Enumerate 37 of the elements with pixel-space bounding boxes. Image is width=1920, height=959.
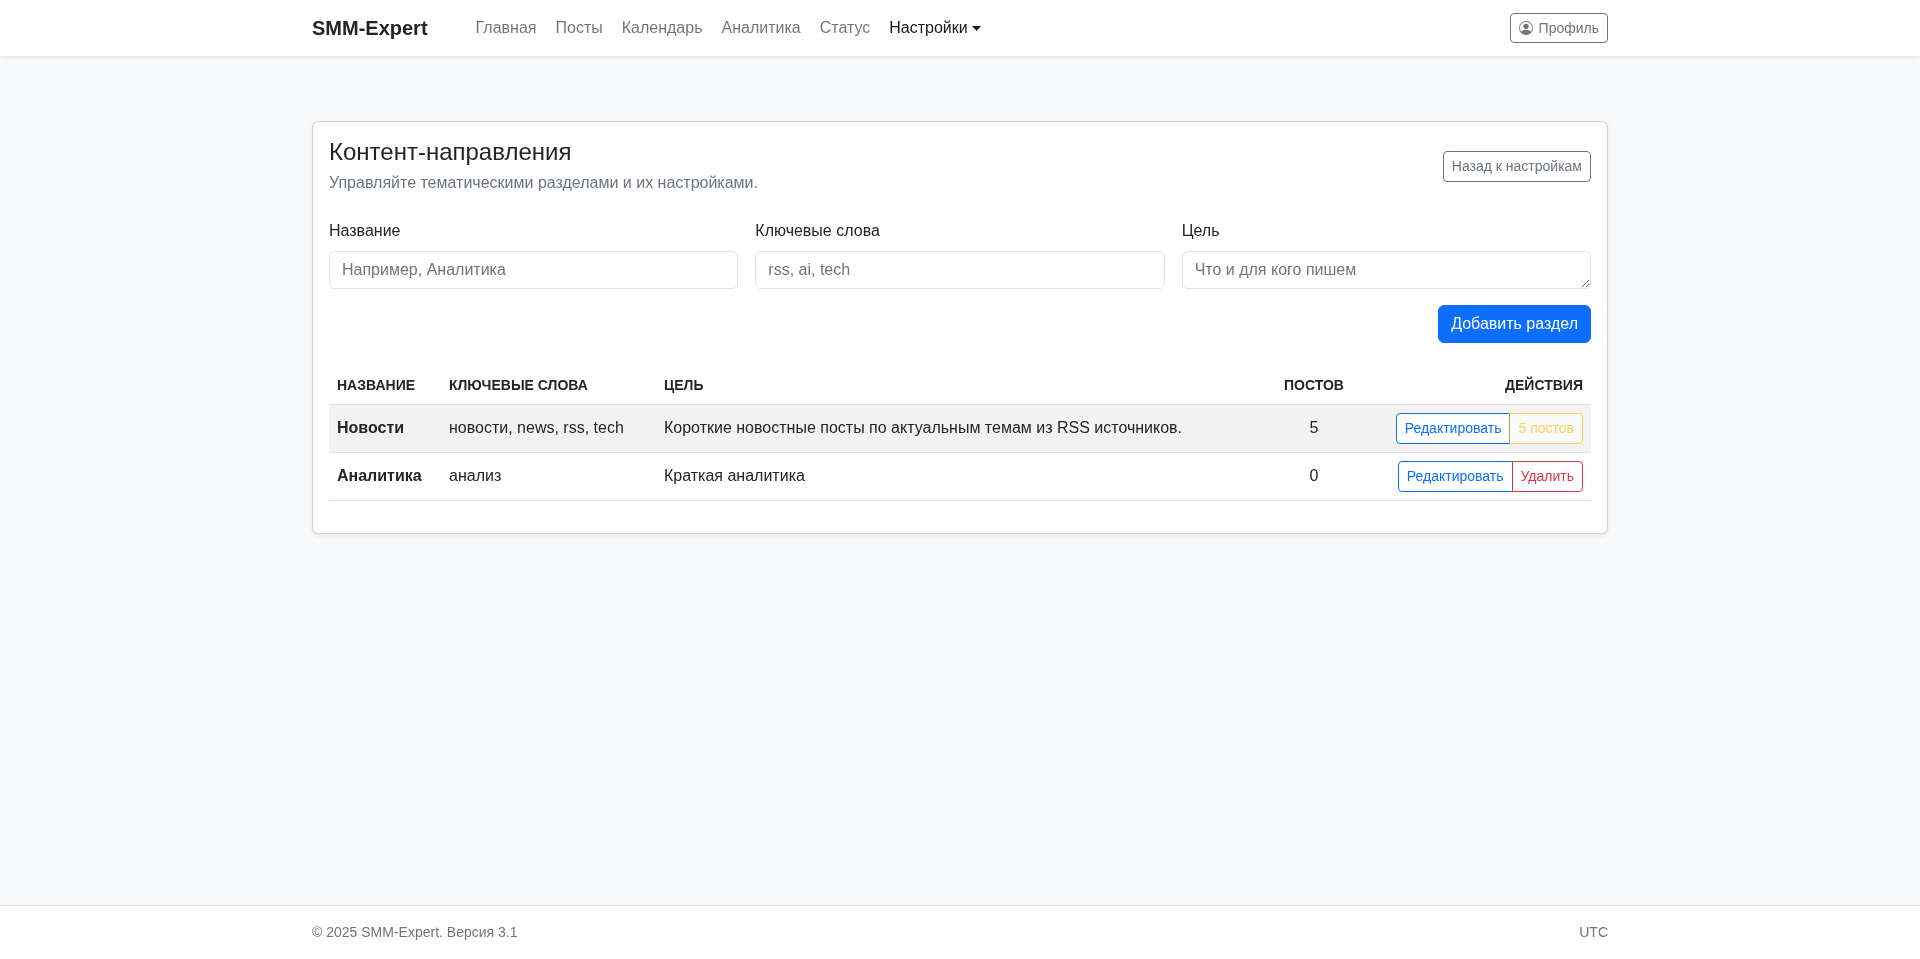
edit-button[interactable]: Редактировать: [1395, 412, 1511, 444]
profile-button[interactable]: Профиль: [1509, 13, 1608, 43]
nav-link[interactable]: Аналитика: [713, 8, 809, 48]
page-subtitle: Управляйте тематическими разделами и их настройками.: [329, 172, 758, 193]
delete-button[interactable]: Удалить: [1511, 460, 1583, 492]
field-label: Название: [329, 220, 402, 241]
textarea-field[interactable]: Что и для кого пишем: [1181, 250, 1591, 289]
back-button[interactable]: Назад к настройкам: [1442, 150, 1591, 182]
table-cell: 0: [1254, 452, 1374, 501]
field-label: Цель: [1181, 220, 1221, 241]
table-cell: Новости: [329, 404, 441, 453]
table-cell: Аналитика: [329, 452, 441, 501]
column-header: ПОСТОВ: [1254, 366, 1374, 405]
edit-button[interactable]: Редактировать: [1397, 460, 1513, 492]
add-section-button[interactable]: Добавить раздел: [1438, 304, 1591, 343]
nav-link[interactable]: Статус: [811, 8, 879, 48]
column-header: НАЗВАНИЕ: [329, 366, 441, 405]
table-cell: новости, news, rss, tech: [441, 404, 656, 453]
field-label: Ключевые слова: [755, 220, 881, 241]
nav-link[interactable]: Календарь: [613, 8, 711, 48]
copyright-text: © 2025 SMM-Expert. Версия 3.1: [312, 923, 518, 942]
nav-link[interactable]: Главная: [467, 8, 545, 48]
table-cell: Короткие новостные посты по актуальным темам из RSS источников.: [656, 404, 1254, 453]
page-title: Контент-направления: [329, 138, 573, 167]
table-cell: Краткая аналитика: [656, 452, 1254, 501]
table-cell: 5: [1254, 404, 1374, 453]
column-header: ДЕЙСТВИЯ: [1374, 366, 1591, 405]
nav-link[interactable]: Настройки: [881, 8, 989, 48]
timezone-text: UTC: [1579, 923, 1608, 942]
input-field[interactable]: rss, ai, tech: [755, 250, 1165, 289]
column-header: КЛЮЧЕВЫЕ СЛОВА: [441, 366, 656, 405]
nav-link[interactable]: Посты: [547, 8, 611, 48]
table-cell: анализ: [441, 452, 656, 501]
caret-icon: [971, 25, 981, 31]
input-field[interactable]: Например, Аналитика: [329, 250, 739, 289]
column-header: ЦЕЛЬ: [656, 366, 1254, 405]
brand-link[interactable]: SMM-Expert: [312, 13, 428, 43]
